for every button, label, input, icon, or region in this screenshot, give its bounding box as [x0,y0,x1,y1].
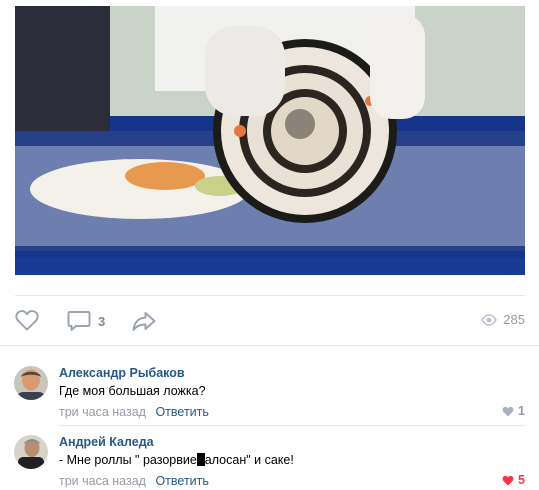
reply-button[interactable]: Ответить [155,474,208,488]
comments-count: 3 [98,313,106,329]
post-photo[interactable] [15,6,525,275]
reply-button[interactable]: Ответить [155,405,208,419]
comment-like-button[interactable]: 1 [502,404,525,418]
avatar-image [14,435,48,469]
avatar-image [14,366,48,400]
avatar[interactable] [14,435,48,469]
like-button[interactable] [15,309,39,331]
comment-meta: три часа назад Ответить [59,474,209,488]
comment-item: Александр Рыбаков Где моя большая ложка?… [14,366,525,422]
comment-text: Где моя большая ложка? [59,384,206,398]
actions-divider [0,345,539,346]
comment-like-count: 5 [518,473,525,487]
comment-text: - Мне роллы " разорвие алосан" и саке! [59,453,294,467]
eye-icon [481,313,498,326]
views-counter: 285 [481,312,525,327]
comment-divider [59,425,525,426]
comment-like-count: 1 [518,404,525,418]
comment-button[interactable]: 3 [67,310,105,332]
comment-item: Андрей Каледа - Мне роллы " разорвие алос… [14,435,525,490]
comment-time[interactable]: три часа назад [59,474,146,488]
post-divider [15,295,525,296]
comment-text-part: - Мне роллы " разорвие [59,453,197,467]
share-button[interactable] [131,310,157,332]
comment-author[interactable]: Андрей Каледа [59,435,154,449]
comment-text-part: алосан" и саке! [204,453,294,467]
views-count: 285 [503,312,525,327]
share-icon [132,312,156,331]
heart-icon [15,310,39,331]
heart-filled-icon [502,475,514,485]
comment-time[interactable]: три часа назад [59,405,146,419]
comment-author[interactable]: Александр Рыбаков [59,366,185,380]
avatar[interactable] [14,366,48,400]
comment-icon [67,311,91,331]
redaction-block [196,453,205,466]
sushi-roll-photo [15,6,525,275]
heart-icon [502,406,514,416]
comment-like-button[interactable]: 5 [502,473,525,487]
comment-meta: три часа назад Ответить [59,405,209,419]
